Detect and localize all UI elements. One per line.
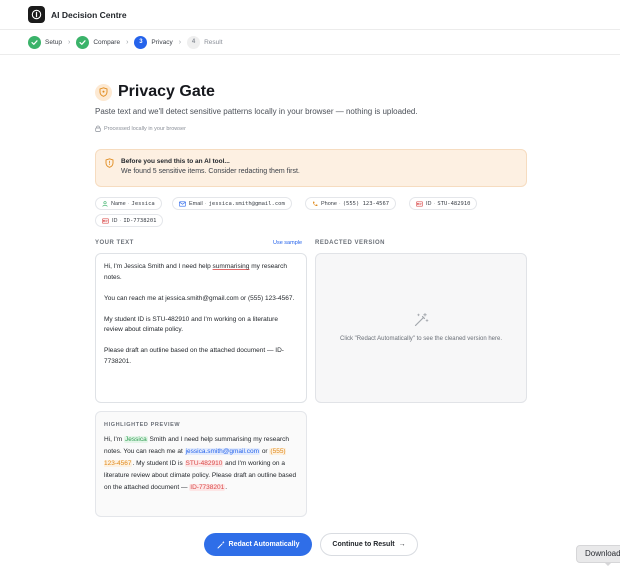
app-title: AI Decision Centre <box>51 9 127 20</box>
chevron-right-icon: › <box>68 38 71 46</box>
chip-value: (555) 123-4567 <box>342 200 390 207</box>
sensitive-alert: Before you send this to an AI tool... We… <box>95 149 527 187</box>
redact-automatically-button[interactable]: Redact Automatically <box>204 533 312 556</box>
chip-id[interactable]: ID · STU-482910 <box>409 197 478 210</box>
page-title: Privacy Gate <box>118 83 215 100</box>
magic-wand-icon <box>414 313 429 327</box>
step-result[interactable]: 4 Result <box>187 35 223 49</box>
chip-name[interactable]: Name · Jessica <box>95 197 162 210</box>
step-compare[interactable]: Compare <box>76 35 121 49</box>
highlight-email: jessica.smith@gmail.com <box>184 448 261 455</box>
id-card-icon <box>102 218 109 224</box>
chip-label: ID <box>426 200 432 207</box>
step-label: Privacy <box>151 38 173 46</box>
highlight-id: STU-482910 <box>184 460 224 467</box>
highlight-name: Jessica <box>124 436 148 443</box>
chip-email[interactable]: Email · jessica.smith@gmail.com <box>172 197 292 210</box>
redacted-output-area: Click "Redact Automatically" to see the … <box>315 253 527 403</box>
mail-icon <box>179 201 186 207</box>
chip-label: Name <box>111 200 126 207</box>
app-logo-icon <box>28 6 45 23</box>
preview-heading: HIGHLIGHTED PREVIEW <box>104 422 181 428</box>
lock-icon <box>95 125 101 132</box>
download-button[interactable]: Download <box>576 545 620 563</box>
redact-button-label: Redact Automatically <box>228 541 300 548</box>
phone-icon <box>312 201 318 206</box>
chip-id[interactable]: ID · ID-7738201 <box>95 214 164 227</box>
preview-body: Hi, I'm Jessica Smith and I need help su… <box>104 436 297 491</box>
redacted-placeholder: Click "Redact Automatically" to see the … <box>339 336 502 342</box>
shield-warning-icon <box>105 158 114 168</box>
local-note-text: Processed locally in your browser <box>104 125 186 132</box>
step-setup[interactable]: Setup <box>28 35 62 49</box>
chip-label: Phone <box>321 200 337 207</box>
magic-wand-icon <box>217 540 224 548</box>
step-label: Setup <box>45 38 62 46</box>
chip-label: ID <box>112 217 118 224</box>
continue-button-label: Continue to Result <box>332 541 395 548</box>
redacted-heading: REDACTED VERSION <box>315 240 386 246</box>
download-tooltip-pointer <box>604 562 612 566</box>
alert-body: We found 5 sensitive items. Consider red… <box>121 168 300 175</box>
step-label: Result <box>204 38 223 46</box>
step-label: Compare <box>93 38 121 46</box>
local-processing-note: Processed locally in your browser <box>95 125 186 132</box>
text-paragraph: My student ID is STU-482910 and I'm work… <box>104 315 278 334</box>
chip-value: STU-482910 <box>437 200 471 207</box>
progress-stepper: Setup › Compare › 3 Privacy › 4 Result <box>0 29 620 55</box>
chevron-right-icon: › <box>178 38 182 46</box>
step-number: 4 <box>187 35 201 49</box>
text-paragraph: You can reach me at jessica.smith@gmail.… <box>104 294 295 302</box>
highlighted-preview: HIGHLIGHTED PREVIEW Hi, I'm Jessica Smit… <box>95 411 307 517</box>
text-paragraph: Please draft an outline based on the att… <box>104 347 284 365</box>
title-row: Privacy Gate <box>95 83 215 101</box>
highlight-id: ID-7738201 <box>189 484 226 491</box>
alert-title: Before you send this to an AI tool... <box>121 158 230 165</box>
arrow-right-icon: → <box>398 541 406 548</box>
chip-value: jessica.smith@gmail.com <box>208 200 285 207</box>
id-card-icon <box>416 201 423 207</box>
page-subtitle: Paste text and we'll detect sensitive pa… <box>95 107 418 116</box>
use-sample-link[interactable]: Use sample <box>273 240 302 246</box>
chip-label: Email <box>189 200 203 207</box>
step-number: 3 <box>134 35 148 49</box>
chip-value: ID-7738201 <box>123 217 157 224</box>
chip-value: Jessica <box>131 200 155 207</box>
text-input-area[interactable]: Hi, I'm Jessica Smith and I need help su… <box>95 253 307 403</box>
continue-to-result-button[interactable]: Continue to Result → <box>320 533 418 556</box>
chip-phone[interactable]: Phone · (555) 123-4567 <box>305 197 397 210</box>
shield-icon <box>95 83 112 101</box>
chevron-right-icon: › <box>126 38 129 46</box>
person-icon <box>102 200 108 207</box>
step-privacy[interactable]: 3 Privacy <box>134 35 173 49</box>
top-bar: AI Decision Centre <box>0 0 620 29</box>
check-icon <box>28 35 41 49</box>
your-text-heading: YOUR TEXT <box>95 240 134 246</box>
check-icon <box>76 35 90 49</box>
text-paragraph: Hi, I'm Jessica Smith and I need help su… <box>104 263 287 281</box>
